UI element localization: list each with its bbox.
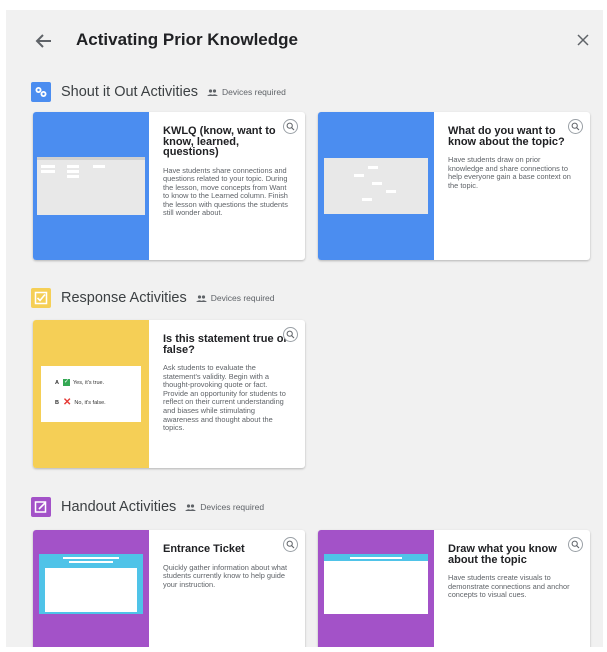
section-shout-it-out: Shout it Out Activities Devices required — [31, 80, 286, 104]
card-title: What do you want to know about the topic… — [448, 125, 565, 148]
zoom-icon — [286, 122, 295, 131]
activity-card-what-do-you-want[interactable]: What do you want to know about the topic… — [318, 112, 590, 260]
zoom-icon — [571, 122, 580, 131]
people-icon — [185, 503, 197, 511]
people-icon — [195, 294, 207, 302]
card-description: Have students share connections and ques… — [163, 165, 288, 218]
section-title: Shout it Out Activities — [61, 84, 199, 100]
activity-card-draw-what-you-know[interactable]: Draw what you know about the topic Have … — [318, 530, 590, 647]
card-body: Draw what you know about the topic Have … — [448, 544, 573, 600]
zoom-icon — [286, 330, 295, 339]
card-description: Quickly gather information about what st… — [163, 562, 288, 589]
devices-required-text: Devices required — [200, 502, 265, 512]
card-description: Have students draw on prior knowledge an… — [448, 155, 571, 190]
preview-button[interactable] — [283, 119, 298, 134]
card-title: Is this statement true or false? — [163, 333, 288, 356]
dialog-header: Activating Prior Knowledge — [6, 10, 603, 70]
option-b-letter: B — [55, 399, 59, 406]
card-thumbnail — [33, 112, 149, 260]
activity-card-true-false[interactable]: A ✓ Yes, it's true. B ✕ No, it's false. … — [33, 320, 305, 468]
card-body: KWLQ (know, want to know, learned, quest… — [163, 126, 288, 218]
section-title: Response Activities — [61, 290, 187, 306]
dialog-panel: Activating Prior Knowledge Shout it Out … — [6, 10, 603, 647]
handout-icon — [31, 497, 51, 517]
arrow-left-icon — [35, 34, 51, 48]
close-icon — [577, 34, 589, 46]
devices-required-text: Devices required — [210, 293, 275, 303]
zoom-icon — [286, 540, 295, 549]
devices-required-label: Devices required — [207, 87, 286, 97]
card-description: Ask students to evaluate the statement's… — [163, 363, 286, 433]
card-thumbnail — [33, 530, 149, 647]
x-icon: ✕ — [62, 397, 72, 408]
zoom-icon — [571, 540, 580, 549]
option-a-letter: A — [55, 379, 59, 386]
card-thumbnail — [318, 530, 434, 647]
section-title: Handout Activities — [61, 499, 177, 515]
card-body: What do you want to know about the topic… — [448, 126, 573, 190]
option-b-text: No, it's false. — [74, 399, 106, 406]
card-title: KWLQ (know, want to know, learned, quest… — [163, 125, 276, 158]
people-icon — [207, 88, 219, 96]
devices-required-text: Devices required — [222, 87, 286, 97]
preview-button[interactable] — [283, 537, 298, 552]
card-title: Entrance Ticket — [163, 543, 245, 555]
option-a-text: Yes, it's true. — [72, 379, 105, 386]
card-title: Draw what you know about the topic — [448, 543, 557, 566]
section-handout: Handout Activities Devices required — [31, 495, 264, 519]
devices-required-label: Devices required — [195, 293, 275, 303]
preview-button[interactable] — [283, 327, 298, 342]
shout-it-out-icon — [31, 82, 51, 102]
card-body: Is this statement true or false? Ask stu… — [163, 334, 288, 433]
checkbox-icon — [31, 288, 51, 308]
close-button[interactable] — [574, 31, 592, 49]
check-icon: ✓ — [62, 379, 70, 386]
back-button[interactable] — [33, 30, 55, 52]
dialog-title: Activating Prior Knowledge — [76, 30, 298, 49]
card-description: Have students create visuals to demonstr… — [448, 573, 570, 600]
section-response: Response Activities Devices required — [31, 286, 275, 310]
activity-card-kwlq[interactable]: KWLQ (know, want to know, learned, quest… — [33, 112, 305, 260]
devices-required-label: Devices required — [185, 502, 264, 512]
card-thumbnail: A ✓ Yes, it's true. B ✕ No, it's false. — [33, 320, 149, 468]
card-body: Entrance Ticket Quickly gather informati… — [163, 544, 288, 589]
preview-button[interactable] — [568, 537, 583, 552]
activity-card-entrance-ticket[interactable]: Entrance Ticket Quickly gather informati… — [33, 530, 305, 647]
preview-button[interactable] — [568, 119, 583, 134]
card-thumbnail — [318, 112, 434, 260]
